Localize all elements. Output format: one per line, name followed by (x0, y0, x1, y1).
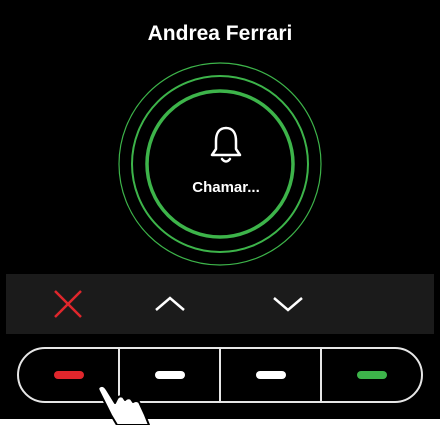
softkey-bar (6, 274, 434, 334)
call-status: Chamar... (192, 179, 260, 196)
bell-icon (210, 126, 242, 163)
hardware-button-row (17, 347, 423, 403)
led-white (255, 371, 286, 379)
close-x-icon (54, 290, 82, 318)
chevron-down-icon (273, 297, 303, 312)
reject-softkey[interactable] (28, 274, 108, 334)
hardware-button-3[interactable] (219, 349, 320, 401)
down-softkey[interactable] (248, 274, 328, 334)
up-softkey[interactable] (130, 274, 210, 334)
led-white (154, 371, 185, 379)
hand-pointer-icon (97, 385, 150, 425)
led-green (356, 371, 387, 379)
led-red (53, 371, 84, 379)
chevron-up-icon (155, 296, 185, 311)
hardware-button-4[interactable] (320, 349, 421, 401)
intercom-device: Andrea Ferrari Chamar... (0, 0, 440, 425)
